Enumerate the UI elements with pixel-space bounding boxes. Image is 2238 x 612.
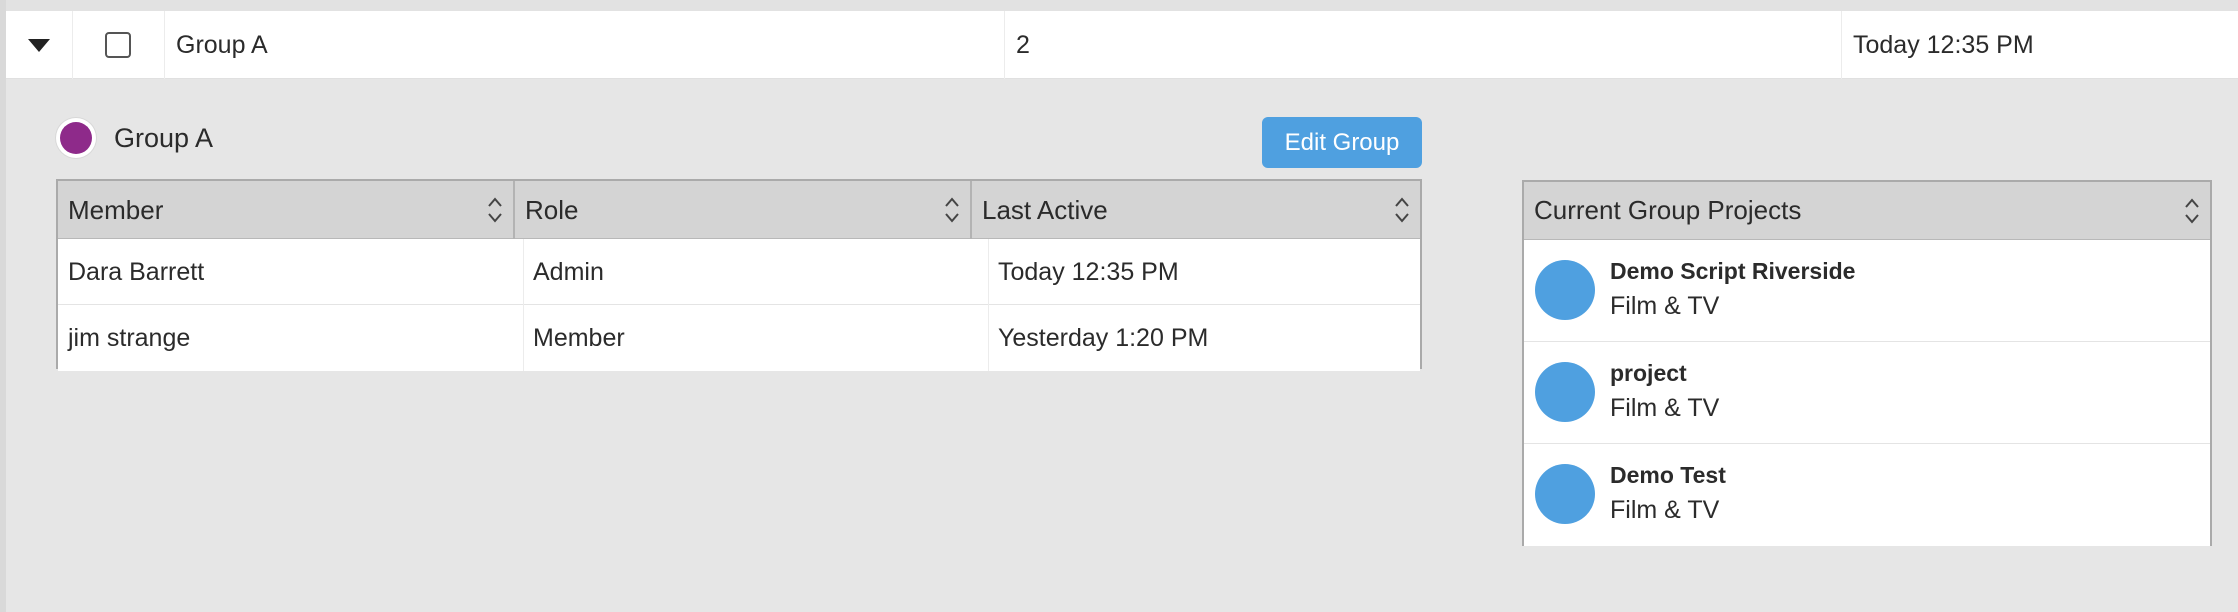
- member-name-cell: jim strange: [68, 323, 191, 352]
- project-avatar: [1535, 362, 1595, 422]
- row-checkbox[interactable]: [105, 32, 131, 58]
- members-table: Member Role Last Active Dara Barrett Adm…: [56, 179, 1422, 371]
- expand-toggle[interactable]: [6, 11, 72, 79]
- project-title: Demo Test: [1610, 462, 1726, 488]
- column-divider: [1004, 11, 1005, 79]
- column-header-label: Role: [525, 194, 579, 225]
- column-divider: [1841, 11, 1842, 79]
- project-title: Demo Script Riverside: [1610, 258, 1856, 284]
- member-role-cell: Member: [533, 323, 625, 352]
- left-edge: [0, 0, 6, 612]
- group-row[interactable]: Group A 2 Today 12:35 PM: [6, 11, 2238, 79]
- project-avatar: [1535, 260, 1595, 320]
- column-header-member[interactable]: Member: [58, 181, 515, 239]
- column-header-role[interactable]: Role: [515, 181, 972, 239]
- sort-icon[interactable]: [2184, 195, 2200, 227]
- sort-icon[interactable]: [944, 194, 960, 226]
- column-divider: [988, 305, 989, 371]
- column-header-label: Last Active: [982, 194, 1108, 225]
- project-category: Film & TV: [1610, 394, 1720, 422]
- column-divider: [988, 239, 989, 305]
- column-header-label: Member: [68, 194, 164, 225]
- table-row[interactable]: Dara Barrett Admin Today 12:35 PM: [58, 239, 1420, 305]
- projects-panel-header[interactable]: Current Group Projects: [1524, 182, 2210, 240]
- group-color-dot: [60, 122, 92, 154]
- project-category: Film & TV: [1610, 292, 1720, 320]
- member-role-cell: Admin: [533, 257, 604, 286]
- last-active-cell: Today 12:35 PM: [1853, 30, 2034, 59]
- top-strip: [0, 0, 2238, 11]
- project-avatar: [1535, 464, 1595, 524]
- caret-down-icon[interactable]: [28, 38, 50, 52]
- table-row[interactable]: jim strange Member Yesterday 1:20 PM: [58, 305, 1420, 371]
- column-divider: [164, 11, 165, 79]
- members-table-header: Member Role Last Active: [58, 181, 1420, 239]
- member-last-active-cell: Yesterday 1:20 PM: [998, 323, 1209, 352]
- projects-panel-title: Current Group Projects: [1534, 195, 1802, 225]
- sort-icon[interactable]: [1394, 194, 1410, 226]
- member-count-cell: 2: [1016, 30, 1030, 59]
- sort-icon[interactable]: [487, 194, 503, 226]
- group-name-cell: Group A: [176, 30, 268, 59]
- project-list-item[interactable]: project Film & TV: [1524, 342, 2210, 444]
- project-title: project: [1610, 360, 1687, 386]
- row-checkbox-cell[interactable]: [72, 11, 164, 79]
- project-list-item[interactable]: Demo Script Riverside Film & TV: [1524, 240, 2210, 342]
- column-header-last-active[interactable]: Last Active: [972, 181, 1420, 239]
- projects-panel: Current Group Projects Demo Script River…: [1522, 180, 2212, 546]
- project-list-item[interactable]: Demo Test Film & TV: [1524, 444, 2210, 546]
- column-divider: [523, 239, 524, 305]
- group-detail-title: Group A: [114, 122, 214, 153]
- column-divider: [523, 305, 524, 371]
- page: Group A 2 Today 12:35 PM Group A Edit Gr…: [0, 0, 2238, 612]
- group-detail-header: Group A: [56, 118, 213, 158]
- project-category: Film & TV: [1610, 496, 1720, 524]
- edit-group-button[interactable]: Edit Group: [1262, 117, 1422, 168]
- member-last-active-cell: Today 12:35 PM: [998, 257, 1179, 286]
- group-color-badge: [56, 118, 96, 158]
- member-name-cell: Dara Barrett: [68, 257, 205, 286]
